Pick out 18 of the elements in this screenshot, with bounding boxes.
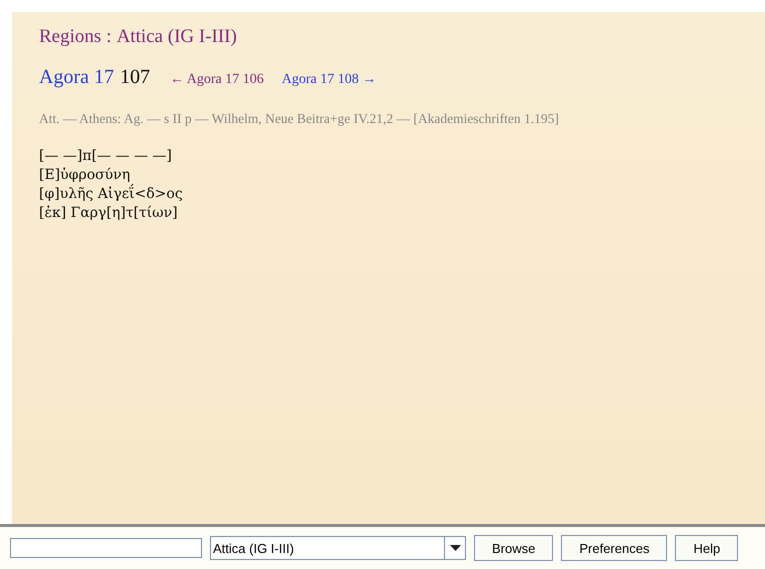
inscription-link[interactable]: Agora 17 108 → — [282, 72, 376, 88]
metadata-line: Att. — Athens: Ag. — s II p — Wilhelm, Neue Beitra+ge IV.21,2 — [Akademieschriften 1.195] — [39, 111, 560, 127]
toolbar-button[interactable]: Preferences — [561, 535, 668, 561]
breadcrumb-separator: : — [106, 26, 112, 48]
search-field[interactable] — [10, 538, 202, 558]
toolbar-button[interactable]: Browse — [474, 535, 554, 561]
inscription-link[interactable]: ← Agora 17 106 — [170, 72, 264, 88]
inscription-line: [ἐκ] Γαργ[η]τ[τίων] — [39, 204, 179, 223]
inscription-line: [— —]π[— — — —] — [39, 147, 173, 166]
breadcrumb-link[interactable]: Regions — [39, 26, 102, 48]
inscription-line: [φ]υλῆς Αἰγεΐ<δ>ος — [39, 185, 184, 204]
inscription-number: 107 — [120, 66, 150, 89]
inscription-line: [Ε]ὐφροσύνη — [39, 166, 132, 184]
dropdown-caret-icon — [450, 545, 460, 551]
region-title: Attica (IG I-III) — [116, 26, 237, 48]
volume-title: Agora 17 — [39, 66, 114, 89]
region-dropdown[interactable]: Attica (IG I-III) — [210, 536, 466, 560]
toolbar-button[interactable]: Help — [675, 535, 738, 561]
